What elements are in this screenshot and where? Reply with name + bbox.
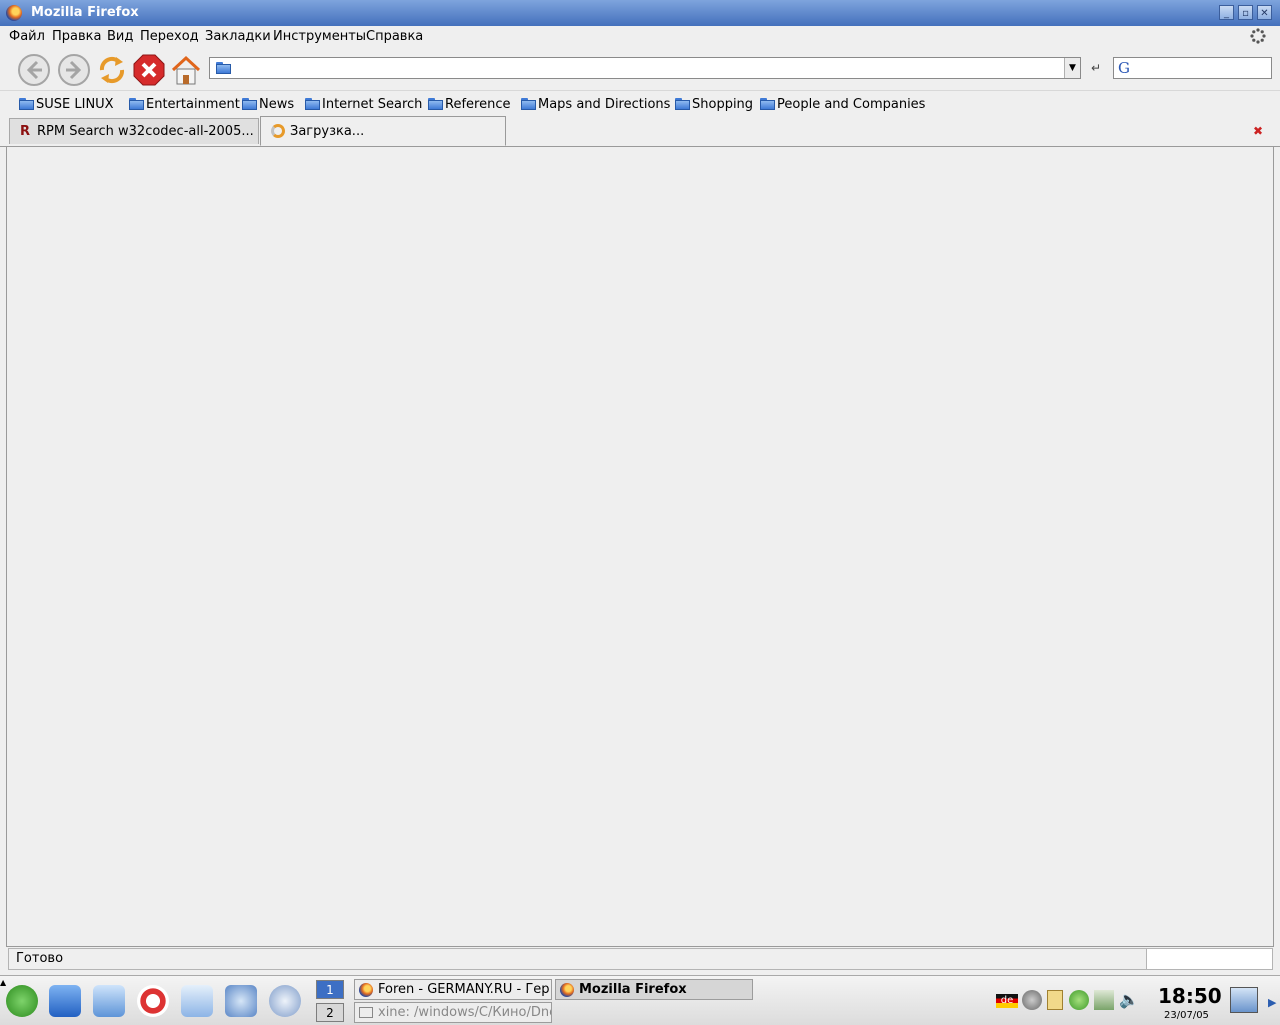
maximize-button[interactable]: ▫ — [1238, 5, 1253, 20]
task-label: xine: /windows/C/Кино/Dnev — [378, 1005, 552, 1020]
minimize-button[interactable]: _ — [1219, 5, 1234, 20]
mail-client-icon[interactable] — [269, 985, 301, 1017]
taskbar-item-xine[interactable]: xine: /windows/C/Кино/Dnev — [354, 1002, 552, 1023]
bookmark-folder-shopping[interactable]: Shopping — [675, 95, 753, 113]
reload-icon[interactable] — [95, 53, 129, 87]
firefox-logo-icon[interactable] — [6, 5, 22, 21]
throbber-icon — [1250, 28, 1266, 44]
bookmark-label: People and Companies — [777, 96, 926, 112]
folder-icon — [19, 98, 34, 110]
folder-icon — [428, 98, 443, 110]
control-center-icon[interactable] — [93, 985, 125, 1017]
task-label: Foren - GERMANY.RU - Гер — [378, 982, 550, 997]
search-bar[interactable]: G — [1113, 57, 1272, 79]
menu-view[interactable]: Вид — [107, 29, 133, 44]
menu-file[interactable]: Файл — [9, 29, 45, 44]
bookmark-label: Entertainment — [146, 96, 240, 112]
google-search-engine-icon[interactable]: G — [1118, 60, 1138, 76]
bookmark-label: News — [259, 96, 295, 112]
window-title: Mozilla Firefox — [31, 5, 139, 20]
tab-label: Загрузка... — [290, 123, 365, 139]
show-desktop-icon[interactable] — [1230, 987, 1258, 1013]
rpm-favicon-icon: R — [20, 123, 31, 139]
help-lifebuoy-icon[interactable] — [137, 985, 169, 1017]
menu-help[interactable]: Справка — [366, 29, 423, 44]
go-icon[interactable]: ↵ — [1088, 60, 1104, 76]
title-bar[interactable]: Mozilla Firefox _ ▫ ✕ — [0, 0, 1280, 27]
task-label: Mozilla Firefox — [579, 982, 687, 997]
status-progress-panel — [1146, 948, 1273, 970]
status-bar: Готово — [6, 947, 1274, 971]
menu-bookmarks[interactable]: Закладки — [205, 29, 271, 44]
suse-updater-icon[interactable] — [1069, 990, 1089, 1010]
xine-icon — [359, 1007, 373, 1018]
bookmark-folder-reference[interactable]: Reference — [428, 95, 510, 113]
network-icon[interactable] — [1022, 990, 1042, 1010]
folder-icon — [521, 98, 536, 110]
clock-date: 23/07/05 — [1164, 1010, 1209, 1021]
folder-icon — [760, 98, 775, 110]
desktop-pager-1[interactable]: 1 — [316, 980, 344, 999]
menu-tools[interactable]: Инструменты — [273, 29, 366, 44]
keyboard-layout-icon[interactable]: de — [996, 994, 1018, 1008]
folder-icon — [129, 98, 144, 110]
bookmark-folder-suse-linux[interactable]: SUSE LINUX — [19, 95, 114, 113]
power-monitor-icon[interactable] — [1094, 990, 1114, 1010]
close-button[interactable]: ✕ — [1257, 5, 1272, 20]
bookmark-folder-entertainment[interactable]: Entertainment — [129, 95, 240, 113]
bookmark-label: SUSE LINUX — [36, 96, 114, 112]
suse-menu-icon[interactable] — [6, 985, 38, 1017]
folder-icon — [305, 98, 320, 110]
bookmark-label: Internet Search — [322, 96, 423, 112]
url-input[interactable] — [236, 59, 1060, 79]
bookmark-label: Maps and Directions — [538, 96, 671, 112]
page-content-area[interactable] — [6, 146, 1274, 947]
status-text: Готово — [8, 948, 1152, 970]
menu-bar: Файл Правка Вид Переход Закладки Инструм… — [0, 26, 1280, 49]
menu-go[interactable]: Переход — [140, 29, 199, 44]
bookmark-folder-maps-and-directions[interactable]: Maps and Directions — [521, 95, 670, 113]
bookmark-folder-news[interactable]: News — [242, 95, 294, 113]
menu-edit[interactable]: Правка — [52, 29, 101, 44]
bookmark-folder-internet-search[interactable]: Internet Search — [305, 95, 422, 113]
search-input[interactable] — [1140, 59, 1270, 79]
taskbar-item-mozilla-firefox[interactable]: Mozilla Firefox — [555, 979, 753, 1000]
page-icon — [216, 62, 231, 74]
url-history-dropdown-icon[interactable]: ▼ — [1064, 58, 1080, 78]
bookmarks-toolbar: SUSE LINUX Entertainment News Internet S… — [0, 91, 1280, 115]
desktop-pager-2[interactable]: 2 — [316, 1003, 344, 1022]
volume-icon[interactable]: 🔈 — [1119, 990, 1139, 1010]
home-icon[interactable] — [169, 53, 203, 87]
konqueror-icon[interactable] — [225, 985, 257, 1017]
office-writer-icon[interactable] — [181, 985, 213, 1017]
bookmark-label: Reference — [445, 96, 511, 112]
folder-icon — [242, 98, 257, 110]
firefox-icon — [560, 982, 574, 997]
folder-icon — [675, 98, 690, 110]
taskbar-item-foren[interactable]: Foren - GERMANY.RU - Гер — [354, 979, 552, 1000]
forward-icon[interactable] — [57, 53, 91, 87]
url-bar[interactable] — [209, 57, 1081, 79]
taskbar-expand-arrow-icon[interactable]: ▶ — [1268, 996, 1276, 1009]
tab-loading[interactable]: Загрузка... — [260, 116, 506, 146]
back-icon[interactable] — [17, 53, 51, 87]
home-folder-icon[interactable] — [49, 985, 81, 1017]
close-tab-icon[interactable]: ✖ — [1253, 124, 1263, 138]
bookmark-label: Shopping — [692, 96, 754, 112]
tab-label: RPM Search w32codec-all-2005... — [37, 124, 254, 139]
bookmark-folder-people-and-companies[interactable]: People and Companies — [760, 95, 925, 113]
loading-spinner-icon — [271, 124, 285, 138]
klipper-clipboard-icon[interactable] — [1047, 990, 1063, 1010]
taskbar-arrow-icon[interactable]: ▲ — [0, 978, 6, 987]
stop-icon[interactable] — [132, 53, 166, 87]
tab-rpm-search[interactable]: R RPM Search w32codec-all-2005... — [9, 118, 259, 144]
clock-time[interactable]: 18:50 — [1158, 984, 1222, 1008]
firefox-icon — [359, 982, 373, 997]
